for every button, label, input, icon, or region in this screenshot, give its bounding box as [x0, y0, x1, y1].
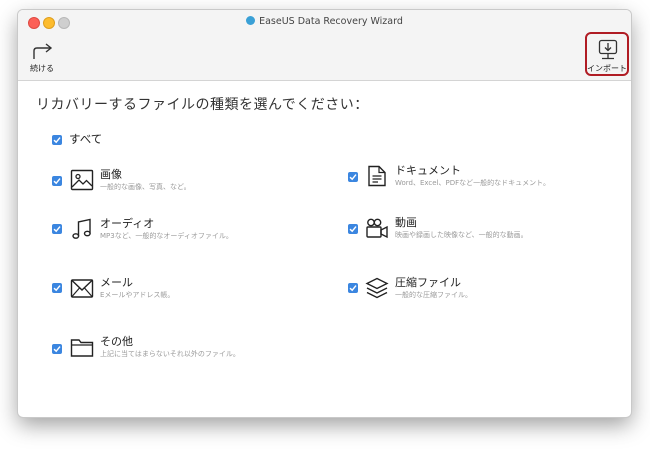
- audio-checkbox[interactable]: [52, 224, 62, 234]
- category-description: 一般的な画像、写真、など。: [100, 183, 191, 191]
- category-description: 一般的な圧縮ファイル。: [395, 291, 472, 299]
- category-title: 動画: [395, 216, 417, 229]
- checkmark-icon: [53, 285, 61, 292]
- category-title: その他: [100, 335, 133, 348]
- window-title: EaseUS Data Recovery Wizard: [259, 16, 403, 27]
- image-checkbox[interactable]: [52, 176, 62, 186]
- page-heading: リカバリーするファイルの種類を選んでください：: [36, 97, 369, 113]
- category-title: 画像: [100, 168, 122, 181]
- category-title: 圧縮ファイル: [395, 276, 461, 289]
- checkmark-icon: [53, 137, 61, 144]
- forward-arrow-icon: [33, 43, 53, 59]
- import-download-icon: [598, 39, 618, 60]
- other-checkbox[interactable]: [52, 344, 62, 354]
- import-button[interactable]: インポート: [585, 32, 629, 76]
- checkmark-icon: [349, 174, 357, 181]
- music-note-icon: [72, 218, 91, 239]
- video-camera-icon: [366, 218, 388, 239]
- select-all-label: すべて: [69, 132, 103, 146]
- app-window: EaseUS Data Recovery Wizard 続ける インポート リカ…: [18, 10, 631, 417]
- import-label: インポート: [587, 64, 627, 73]
- title-bar: EaseUS Data Recovery Wizard 続ける インポート: [18, 10, 631, 81]
- image-icon: [70, 169, 94, 191]
- category-description: 映画や録画した映像など、一般的な動画。: [395, 231, 528, 239]
- archive-checkbox[interactable]: [348, 283, 358, 293]
- category-description: MP3など、一般的なオーディオファイル。: [100, 232, 233, 240]
- continue-label: 続ける: [30, 64, 54, 73]
- archive-layers-icon: [365, 277, 389, 299]
- continue-button[interactable]: 続ける: [28, 40, 68, 74]
- checkmark-icon: [349, 226, 357, 233]
- category-title: オーディオ: [100, 217, 155, 230]
- category-description: Word、Excel、PDFなど一般的なドキュメント。: [395, 179, 551, 187]
- mail-icon: [70, 279, 94, 298]
- category-title: メール: [100, 276, 133, 289]
- window-title-container: EaseUS Data Recovery Wizard: [18, 16, 631, 27]
- category-title: ドキュメント: [395, 164, 461, 177]
- checkmark-icon: [53, 226, 61, 233]
- checkmark-icon: [349, 285, 357, 292]
- select-all-checkbox[interactable]: [52, 135, 62, 145]
- checkmark-icon: [53, 178, 61, 185]
- document-icon: [368, 165, 386, 187]
- category-description: 上記に当てはまらないそれ以外のファイル。: [100, 350, 240, 358]
- checkmark-icon: [53, 346, 61, 353]
- video-checkbox[interactable]: [348, 224, 358, 234]
- category-description: Eメールやアドレス帳。: [100, 291, 175, 299]
- folder-icon: [70, 339, 94, 357]
- mail-checkbox[interactable]: [52, 283, 62, 293]
- document-checkbox[interactable]: [348, 172, 358, 182]
- app-logo-icon: [246, 16, 256, 25]
